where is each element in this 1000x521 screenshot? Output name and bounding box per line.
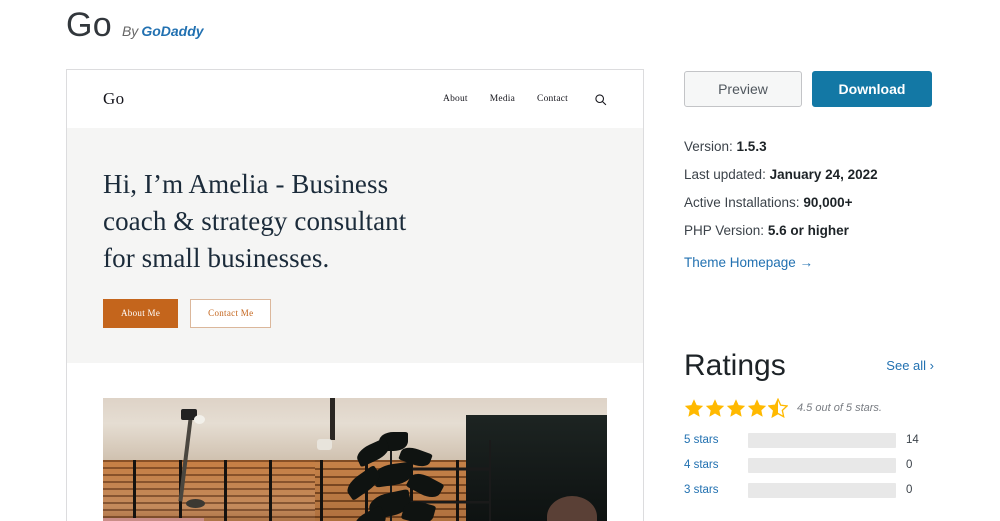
rating-label-3-stars[interactable]: 3 stars <box>684 484 748 496</box>
rating-bar-track <box>748 457 896 473</box>
meta-php-version: PHP Version: 5.6 or higher <box>684 217 934 245</box>
theme-header: Go By GoDaddy <box>66 8 204 42</box>
search-icon <box>590 93 607 106</box>
meta-php-version-value: 5.6 or higher <box>767 223 849 238</box>
meta-active-installations-value: 90,000+ <box>803 195 853 210</box>
rating-row: 4 stars 0 <box>684 455 934 475</box>
rating-bar-track <box>748 432 896 448</box>
hero-line-1: Hi, I’m Amelia - Business <box>103 169 389 199</box>
meta-active-installations: Active Installations: 90,000+ <box>684 189 934 217</box>
by-label: By <box>121 23 139 39</box>
rating-count-4-stars: 0 <box>906 459 913 471</box>
preview-hero-heading: Hi, I’m Amelia - Business coach & strate… <box>103 166 607 277</box>
action-buttons: Preview Download <box>684 71 934 107</box>
rating-count-3-stars: 0 <box>906 484 913 496</box>
theme-info-rail: Preview Download Version: 1.5.3 Last upd… <box>684 71 934 505</box>
preview-photo-wrap <box>67 363 643 521</box>
hero-line-3: for small businesses. <box>103 242 330 273</box>
preview-nav-about: About <box>443 94 468 104</box>
star-half-icon <box>768 398 788 418</box>
rating-row: 3 stars 0 <box>684 480 934 500</box>
meta-php-version-label: PHP Version: <box>684 223 765 238</box>
rating-label-4-stars[interactable]: 4 stars <box>684 459 748 471</box>
meta-last-updated-label: Last updated: <box>684 167 766 182</box>
rating-bar-track <box>748 482 896 498</box>
contact-me-button: Contact Me <box>190 298 272 328</box>
rating-row: 5 stars 14 <box>684 430 934 450</box>
about-me-button: About Me <box>103 298 179 328</box>
preview-interior-photo <box>103 398 607 521</box>
preview-site-nav: Go About Media Contact <box>67 70 643 128</box>
preview-button[interactable]: Preview <box>684 71 802 107</box>
meta-last-updated: Last updated: January 24, 2022 <box>684 161 934 189</box>
theme-screenshot-card[interactable]: Go About Media Contact Hi, I’m Amelia - … <box>66 69 644 521</box>
star-rating <box>684 398 788 418</box>
star-full-icon <box>684 399 704 417</box>
theme-detail-page: Go By GoDaddy Go About Media Contact Hi,… <box>0 0 1000 521</box>
meta-version-value: 1.5.3 <box>736 139 767 154</box>
star-full-icon <box>726 399 746 417</box>
hero-line-2: coach & strategy consultant <box>103 205 407 236</box>
rating-summary: 4.5 out of 5 stars. <box>684 398 934 418</box>
theme-homepage-link[interactable]: Theme Homepage → <box>684 249 813 277</box>
ratings-header: Ratings See all › <box>684 349 934 382</box>
meta-last-updated-value: January 24, 2022 <box>769 167 878 182</box>
meta-version-label: Version: <box>684 139 733 154</box>
ratings-title: Ratings <box>684 349 786 382</box>
rating-count-5-stars: 14 <box>906 434 919 446</box>
page-title: Go <box>66 6 112 44</box>
preview-nav-contact: Contact <box>537 94 568 104</box>
author-link[interactable]: GoDaddy <box>141 23 203 39</box>
preview-hero-buttons: About Me Contact Me <box>103 298 607 328</box>
preview-nav-media: Media <box>489 94 516 104</box>
star-full-icon <box>747 399 767 417</box>
meta-active-installations-label: Active Installations: <box>684 195 800 210</box>
rating-summary-text: 4.5 out of 5 stars. <box>797 402 882 414</box>
ratings-breakdown: 5 stars 14 4 stars 0 3 stars 0 <box>684 430 934 500</box>
preview-site-logo: Go <box>103 89 125 108</box>
theme-metadata: Version: 1.5.3 Last updated: January 24,… <box>684 133 934 277</box>
preview-nav-links: About Media Contact <box>443 93 607 106</box>
preview-hero: Hi, I’m Amelia - Business coach & strate… <box>67 128 643 363</box>
download-button[interactable]: Download <box>812 71 932 107</box>
rating-label-5-stars[interactable]: 5 stars <box>684 434 748 446</box>
star-full-icon <box>705 399 725 417</box>
theme-author: By GoDaddy <box>122 23 204 39</box>
meta-version: Version: 1.5.3 <box>684 133 934 161</box>
see-all-ratings-link[interactable]: See all › <box>886 358 934 373</box>
